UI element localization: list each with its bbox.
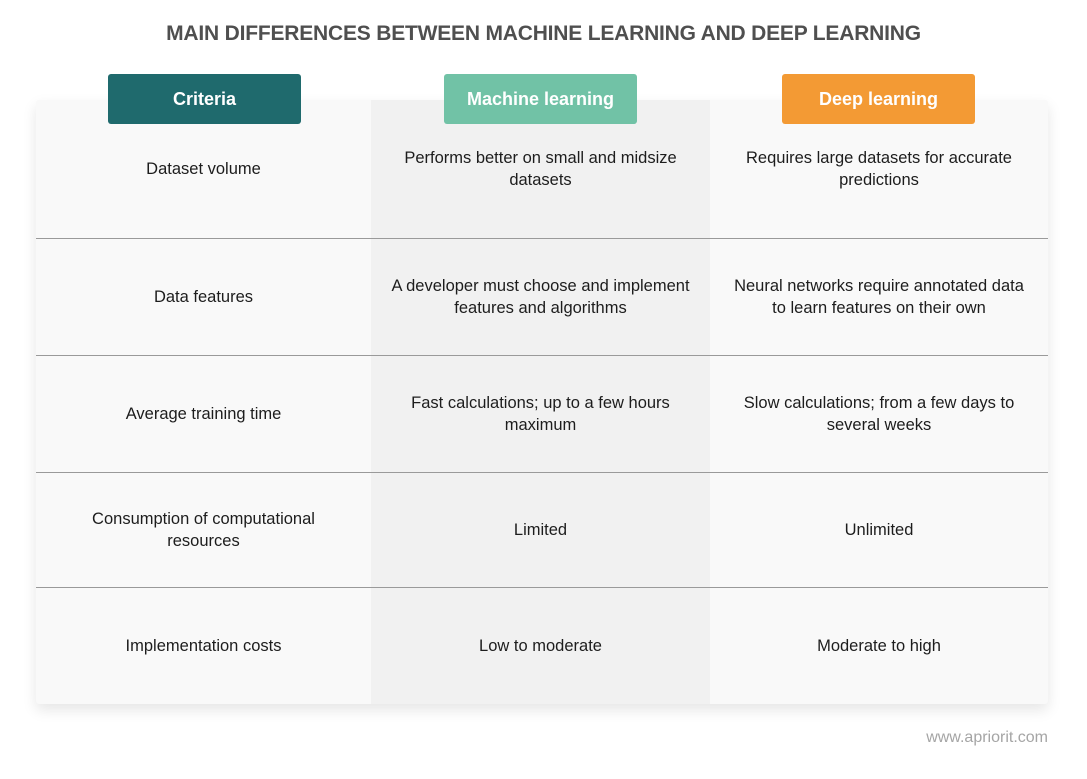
- deep-learning-cell: Unlimited: [844, 521, 914, 539]
- machine-learning-cell: Fast calculations; up to a few hours max…: [411, 394, 670, 434]
- table-row: Data features A developer must choose an…: [36, 239, 1048, 356]
- comparison-table: Dataset volume Performs better on small …: [36, 100, 1048, 704]
- deep-learning-cell: Moderate to high: [817, 637, 941, 655]
- deep-learning-cell: Slow calculations; from a few days to se…: [743, 394, 1015, 434]
- criteria-cell: Data features: [153, 288, 254, 306]
- header-criteria: Criteria: [108, 74, 301, 124]
- header-deep-learning: Deep learning: [782, 74, 975, 124]
- machine-learning-cell: A developer must choose and implement fe…: [391, 277, 690, 317]
- table-row: Average training time Fast calculations;…: [36, 356, 1048, 473]
- machine-learning-cell: Limited: [513, 521, 568, 539]
- page-title: MAIN DIFFERENCES BETWEEN MACHINE LEARNIN…: [166, 22, 921, 45]
- deep-learning-cell: Neural networks require annotated data t…: [734, 277, 1024, 317]
- criteria-cell: Consumption of computational resources: [92, 510, 315, 550]
- table-row: Implementation costs Low to moderate Mod…: [36, 588, 1048, 704]
- criteria-cell: Average training time: [125, 405, 282, 423]
- criteria-cell: Implementation costs: [125, 637, 282, 655]
- header-machine-learning: Machine learning: [444, 74, 637, 124]
- footer-website: www.apriorit.com: [926, 729, 1048, 746]
- machine-learning-cell: Low to moderate: [479, 637, 602, 655]
- table-row: Consumption of computational resources L…: [36, 473, 1048, 588]
